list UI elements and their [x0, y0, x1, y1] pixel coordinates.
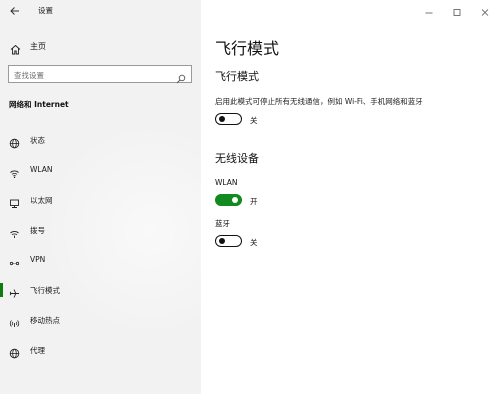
- bluetooth-toggle[interactable]: [215, 235, 242, 247]
- sidebar-item-label: 代理: [30, 346, 45, 355]
- close-icon[interactable]: [478, 4, 492, 16]
- toggle-knob: [232, 197, 238, 203]
- section-heading: 网络和 Internet: [9, 100, 69, 109]
- sidebar-item-label: 主页: [30, 42, 46, 51]
- globe-status-icon: [9, 134, 20, 149]
- search-input[interactable]: 查找设置: [8, 65, 192, 84]
- search-placeholder: 查找设置: [14, 71, 44, 80]
- ethernet-icon: [9, 194, 20, 208]
- sidebar-item-proxy[interactable]: 代理: [0, 339, 201, 361]
- sidebar-item-dialup[interactable]: 拨号: [0, 219, 201, 241]
- page-title: 飞行模式: [215, 39, 280, 58]
- airplane-mode-toggle[interactable]: [215, 113, 242, 125]
- sidebar-item-label: 拨号: [30, 226, 45, 235]
- airplane-mode-heading: 飞行模式: [215, 70, 259, 83]
- wlan-label: WLAN: [215, 178, 238, 187]
- vpn-icon: [9, 254, 20, 266]
- wlan-state: 开: [250, 197, 258, 206]
- minimize-icon[interactable]: [422, 4, 436, 16]
- maximize-icon[interactable]: [450, 4, 464, 16]
- sidebar-item-label: 移动热点: [30, 316, 60, 325]
- toggle-knob: [219, 116, 225, 122]
- toggle-knob: [219, 238, 225, 244]
- hotspot-icon: [9, 314, 20, 327]
- app-title: 设置: [38, 6, 53, 15]
- globe-proxy-icon: [9, 344, 20, 359]
- sidebar-item-label: WLAN: [30, 165, 53, 174]
- wlan-toggle[interactable]: [215, 194, 242, 206]
- sidebar-item-ethernet[interactable]: 以太网: [0, 189, 201, 211]
- sidebar-item-vpn[interactable]: VPN: [0, 249, 201, 271]
- dialup-icon: [9, 224, 20, 238]
- sidebar-item-label: VPN: [30, 255, 46, 264]
- wifi-icon: [9, 164, 20, 179]
- wireless-devices-heading: 无线设备: [215, 152, 259, 165]
- sidebar-item-label: 状态: [30, 136, 45, 145]
- bluetooth-state: 关: [250, 238, 258, 247]
- sidebar-item-airplane-mode[interactable]: 飞行模式: [0, 279, 201, 301]
- airplane-mode-state: 关: [250, 116, 258, 125]
- bluetooth-label: 蓝牙: [215, 219, 230, 228]
- selected-indicator: [0, 283, 3, 297]
- sidebar-item-wlan[interactable]: WLAN: [0, 159, 201, 181]
- search-icon[interactable]: [176, 69, 186, 84]
- sidebar: 设置 主页 查找设置 网络和 Internet 状态 WLAN 以太网 拨号 V…: [0, 0, 201, 394]
- sidebar-item-label: 以太网: [30, 196, 53, 205]
- sidebar-item-status[interactable]: 状态: [0, 129, 201, 151]
- sidebar-item-label: 飞行模式: [30, 286, 60, 295]
- titlebar-left: 设置: [0, 0, 201, 22]
- airplane-icon: [9, 284, 20, 298]
- main-content: 飞行模式 飞行模式 启用此模式可停止所有无线通信，例如 Wi-Fi、手机网络和蓝…: [201, 0, 500, 394]
- sidebar-item-home[interactable]: 主页: [0, 36, 201, 56]
- airplane-mode-description: 启用此模式可停止所有无线通信，例如 Wi-Fi、手机网络和蓝牙: [215, 97, 423, 106]
- back-arrow-icon[interactable]: [8, 3, 22, 17]
- home-icon: [10, 40, 21, 55]
- sidebar-item-hotspot[interactable]: 移动热点: [0, 309, 201, 331]
